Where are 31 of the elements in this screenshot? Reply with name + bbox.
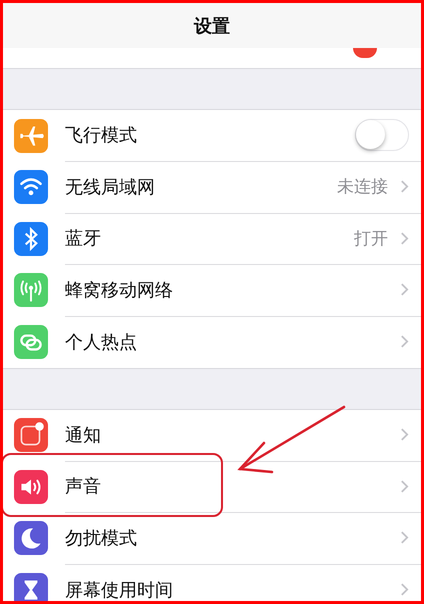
cellular-icon <box>14 273 48 308</box>
chevron-icon <box>400 427 409 442</box>
chevron-icon <box>400 230 409 246</box>
chevron-icon <box>400 282 409 298</box>
row-label: 无线局域网 <box>65 176 156 199</box>
row-label: 声音 <box>65 475 102 498</box>
bluetooth-icon <box>14 222 48 256</box>
row-label: 屏幕使用时间 <box>65 578 174 601</box>
row-label: 个人热点 <box>65 330 138 354</box>
row-label: 蓝牙 <box>65 227 102 250</box>
row-value: 打开 <box>354 228 388 250</box>
chevron-icon <box>400 334 409 350</box>
row-label: 飞行模式 <box>65 124 138 148</box>
chevron-icon <box>400 530 409 546</box>
toggle-switch[interactable] <box>355 119 409 152</box>
hotspot-icon <box>14 324 48 359</box>
chevron-icon <box>400 478 409 494</box>
row-label: 勿扰模式 <box>65 526 138 550</box>
page-title: 设置 <box>194 14 230 38</box>
notification-icon <box>14 418 48 452</box>
moon-icon <box>14 521 48 556</box>
badge-icon <box>353 48 377 58</box>
wifi-icon <box>14 170 48 204</box>
chevron-icon <box>400 179 409 194</box>
airplane-icon <box>14 118 48 153</box>
row-value: 未连接 <box>337 176 388 198</box>
chevron-icon <box>400 582 409 598</box>
sound-icon <box>14 470 48 504</box>
row-label: 通知 <box>65 424 102 447</box>
row-label: 蜂窝移动网络 <box>65 278 174 302</box>
settings-row[interactable] <box>3 48 421 69</box>
